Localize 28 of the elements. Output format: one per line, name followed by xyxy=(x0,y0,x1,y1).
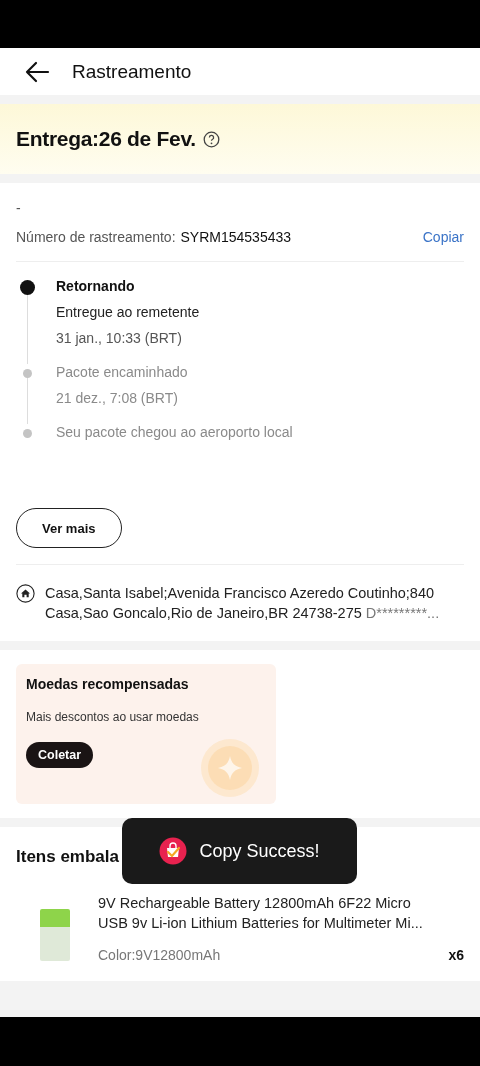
product-name[interactable]: 9V Rechargeable Battery 12800mAh 6F22 Micro USB 9v Li-ion Lithium Batteries for Multimeter Mi... xyxy=(98,893,464,933)
collect-button[interactable]: Coletar xyxy=(26,742,94,768)
delivery-date: Entrega:26 de Fev. xyxy=(16,127,196,151)
coin-icon xyxy=(200,738,260,798)
page-title: Rastreamento xyxy=(72,60,192,83)
toast-message: Copy Success! xyxy=(199,840,320,862)
coins-subtitle: Mais descontos ao usar moedas xyxy=(26,710,200,724)
event-status: Retornando xyxy=(56,278,136,294)
event-time: 31 jan., 10:33 (BRT) xyxy=(56,330,183,346)
event-description: Seu pacote chegou ao aeroporto local xyxy=(56,424,293,440)
section-title: Itens embala xyxy=(16,847,119,867)
battery-photo-placeholder xyxy=(40,909,70,961)
address-text: Casa,Santa Isabel;Avenida Francisco Azeredo Coutinho;840 Casa,Sao Goncalo,Rio de Janeiro,BR 24738-275 D*********... xyxy=(45,584,441,623)
product-quantity: x6 xyxy=(448,947,464,963)
event-description: Pacote encaminhado xyxy=(56,364,188,380)
event-description: Entregue ao remetente xyxy=(56,304,200,320)
product-variant: Color:9V12800mAh xyxy=(98,947,221,963)
tracking-number-label: Número de rastreamento: xyxy=(16,229,176,245)
coins-title: Moedas recompensadas xyxy=(26,676,190,692)
help-icon[interactable] xyxy=(202,130,220,148)
see-more-button[interactable]: Ver mais xyxy=(16,508,122,548)
back-arrow-icon xyxy=(24,60,50,83)
copy-link[interactable]: Copiar xyxy=(422,229,464,245)
event-time: 21 dez., 7:08 (BRT) xyxy=(56,390,179,406)
home-icon xyxy=(16,584,35,603)
shopping-bag-icon xyxy=(159,837,188,865)
dash-text: - xyxy=(16,199,22,217)
tracking-number: SYRM154535433 xyxy=(180,229,292,245)
